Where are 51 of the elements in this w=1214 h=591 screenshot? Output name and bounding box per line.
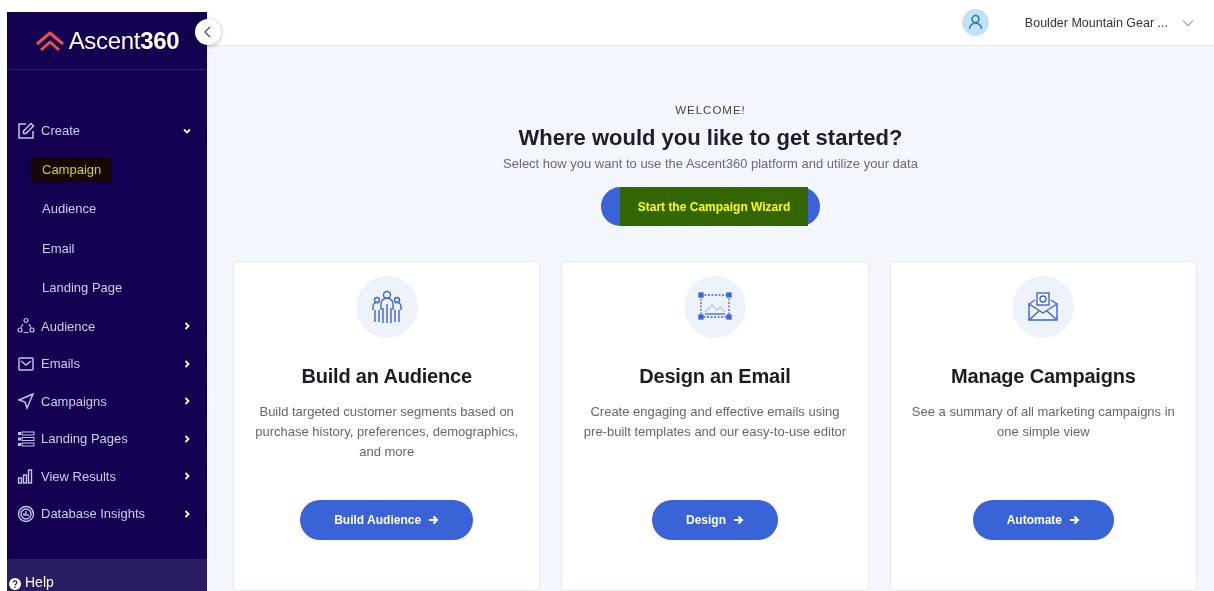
chevron-right-icon (182, 508, 192, 519)
nav-item[interactable]: Create (7, 112, 207, 150)
account-dropdown[interactable]: Boulder Mountain Gear ... (1024, 15, 1194, 30)
card-title: Design an Email (639, 365, 791, 388)
chevron-right-icon (182, 471, 192, 482)
user-avatar-icon (961, 9, 989, 36)
bar-chart-icon (17, 467, 35, 486)
card-title: Build an Audience (301, 365, 472, 388)
chevron-right-icon (182, 433, 192, 444)
card-description: See a summary of all marketing campaigns in one simple view (910, 403, 1176, 441)
nav-subitem[interactable]: Campaign (31, 156, 113, 182)
nav-subitem[interactable]: Audience (31, 196, 108, 222)
page-subtitle: Select how you want to use the Ascent360 platform and utilize your data (503, 156, 918, 171)
collapse-button[interactable] (195, 19, 221, 45)
edit-icon (17, 121, 35, 140)
card-action-button[interactable]: Automate (972, 500, 1114, 540)
image-frame-icon (698, 292, 732, 322)
nav-subitem[interactable]: Email (31, 235, 86, 261)
help-link[interactable]: Help (7, 559, 207, 591)
email-envelope-icon (1028, 292, 1059, 322)
arrow-right-icon (428, 515, 440, 525)
chevron-right-icon (182, 358, 192, 369)
help-icon (9, 578, 21, 590)
card-title: Manage Campaigns (951, 365, 1136, 388)
welcome-label: WELCOME! (675, 104, 746, 116)
arrow-right-icon (1069, 515, 1080, 525)
arrow-right-icon (733, 515, 744, 525)
nav-subitem[interactable]: Landing Page (31, 275, 134, 301)
nav-item[interactable]: Emails (7, 345, 207, 383)
nav-item[interactable]: Landing Pages (7, 420, 207, 458)
chevron-right-icon (182, 396, 192, 407)
mail-icon (17, 354, 35, 373)
list-icon (17, 429, 35, 448)
nav-item[interactable]: Database Insights (7, 495, 207, 533)
gauge-icon (17, 504, 35, 523)
campaign-wizard-button[interactable]: Start the Campaign Wizard (601, 187, 820, 226)
send-icon (17, 392, 35, 411)
card-description: Build targeted customer segments based on purchase history, preferences, demographics, and more (254, 403, 520, 461)
nav-item[interactable]: Audience (7, 307, 207, 345)
chevron-left-icon (203, 26, 213, 38)
people-icon (17, 317, 35, 336)
nav-item[interactable]: View Results (7, 457, 207, 495)
card-action-button[interactable]: Design (652, 500, 778, 540)
page-heading: Where would you like to get started? (518, 125, 903, 151)
chevron-right-icon (182, 321, 192, 332)
nav-item[interactable]: Campaigns (7, 382, 207, 420)
logo-text: Ascent360 (68, 26, 180, 55)
card-action-button[interactable]: Build Audience (300, 500, 474, 540)
card-description: Create engaging and effective emails using pre-built templates and our easy-to-use editor (582, 403, 848, 441)
logo-icon (34, 29, 65, 52)
chevron-down-icon (1182, 18, 1194, 27)
